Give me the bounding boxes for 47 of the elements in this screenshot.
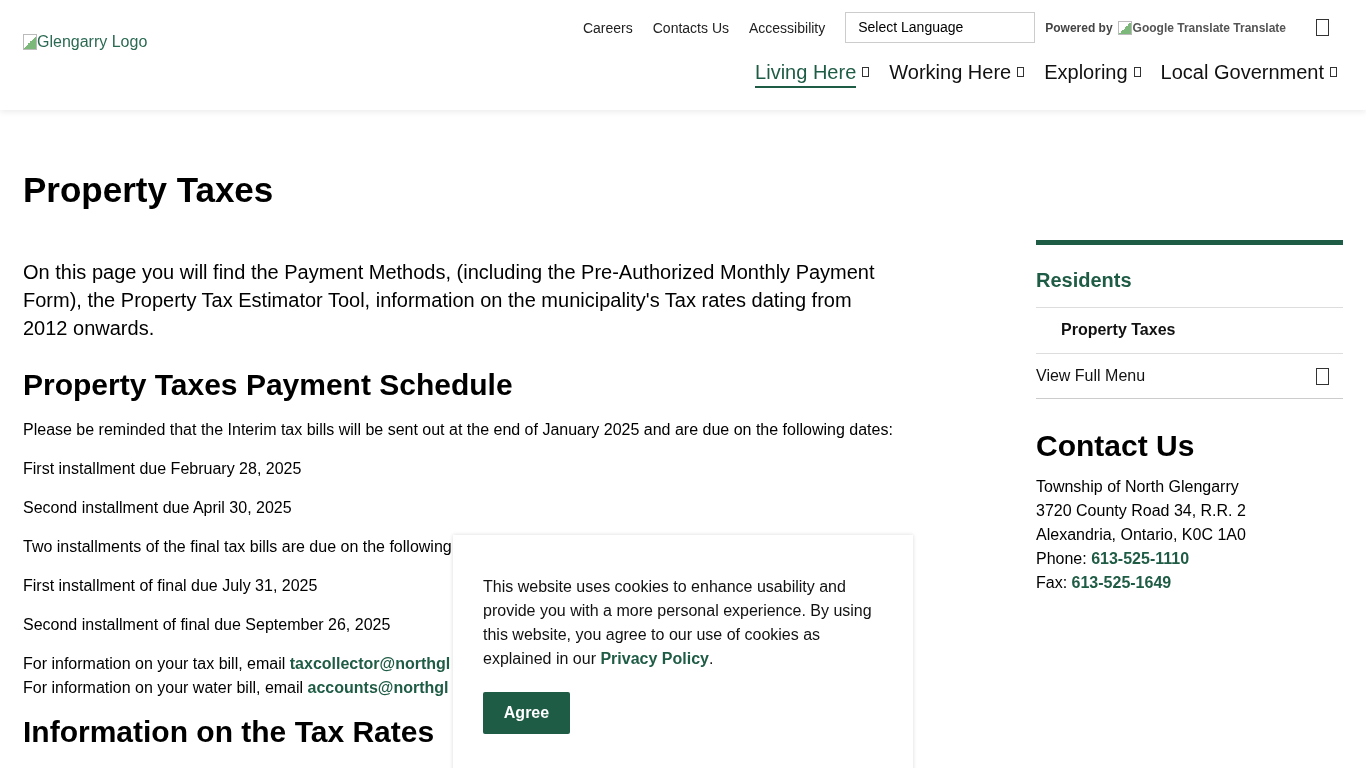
square-icon[interactable]: [1316, 367, 1329, 385]
contact-heading: Contact Us: [1036, 429, 1196, 463]
paragraph-text: For information on your tax bill, email taxcollector@northgl: [23, 654, 451, 674]
contact-text: Fax: 613-525-1649: [1036, 573, 1173, 593]
phone-link[interactable]: 613-525-1110: [1091, 550, 1190, 567]
utility-link[interactable]: Careers: [582, 19, 633, 36]
nav-link[interactable]: Working Here: [889, 61, 1012, 88]
paragraph-text: Second installment due April 30, 2025: [23, 498, 292, 518]
section-heading: Information on the Tax Rates: [23, 715, 436, 749]
utility-link[interactable]: Contacts Us: [652, 19, 729, 36]
contact-text: Phone: 613-525-1110: [1036, 549, 1191, 569]
contact-text: Township of North Glengarry: [1036, 477, 1240, 497]
square-icon[interactable]: [1316, 19, 1329, 36]
cookie-message: This website uses cookies to enhance usability and provide you with a more personal experience. By using this website, you agree to our use of cookies as explained in our Privacy Policy.: [483, 577, 873, 669]
language-select[interactable]: Select Language: [845, 12, 1036, 43]
contact-text: 3720 County Road 34, R.R. 2: [1036, 501, 1247, 521]
paragraph-text: Two installments of the final tax bills are due on the following: [23, 537, 452, 557]
email-link[interactable]: taxcollector@northgl: [289, 655, 451, 672]
paragraph-text: Second installment of final due September 26, 2025: [23, 615, 391, 635]
broken-image-icon: [1117, 20, 1132, 35]
nav-link[interactable]: Local Government: [1160, 61, 1324, 88]
email-link[interactable]: accounts@northgl: [307, 679, 449, 696]
dropdown-icon[interactable]: [1017, 67, 1025, 77]
agree-button[interactable]: Agree: [483, 692, 570, 734]
intro-paragraph: On this page you will find the Payment Methods, (including the Pre-Authorized Monthly Payment Form), the Property Tax Estimator Tool, information on the municipality's Tax rates dating from 2012 onwards.: [23, 260, 876, 341]
nav-link[interactable]: Exploring: [1044, 61, 1128, 88]
broken-image-icon: [23, 34, 37, 50]
contact-text: Alexandria, Ontario, K0C 1A0: [1036, 525, 1247, 545]
powered-by-text: Powered by: [1045, 20, 1113, 35]
paragraph-text: First installment of final due July 31, 2025: [23, 576, 318, 596]
dropdown-icon[interactable]: [862, 67, 870, 77]
section-heading: Property Taxes Payment Schedule: [23, 368, 514, 402]
paragraph-text: First installment due February 28, 2025: [23, 459, 302, 479]
translate-link[interactable]: Google Translate Translate: [1132, 20, 1286, 35]
view-full-menu-link[interactable]: View Full Menu: [1036, 367, 1146, 385]
paragraph-text: Please be reminded that the Interim tax bills will be sent out at the end of January 2025 and are due on the following dates:: [23, 420, 893, 440]
sidebar-item[interactable]: Property Taxes: [1036, 308, 1343, 354]
privacy-policy-link[interactable]: Privacy Policy: [600, 650, 709, 667]
section-link[interactable]: Residents: [1036, 269, 1343, 308]
dropdown-icon[interactable]: [1133, 67, 1141, 77]
logo-link[interactable]: Glengarry Logo: [37, 33, 148, 51]
dropdown-icon[interactable]: [1330, 67, 1337, 77]
page-title: Property Taxes: [23, 170, 275, 210]
phone-link[interactable]: 613-525-1649: [1071, 574, 1172, 591]
paragraph-text: For information on your water bill, email accounts@northgl: [23, 678, 449, 698]
utility-link[interactable]: Accessibility: [749, 19, 826, 36]
nav-link[interactable]: Living Here: [755, 61, 857, 88]
